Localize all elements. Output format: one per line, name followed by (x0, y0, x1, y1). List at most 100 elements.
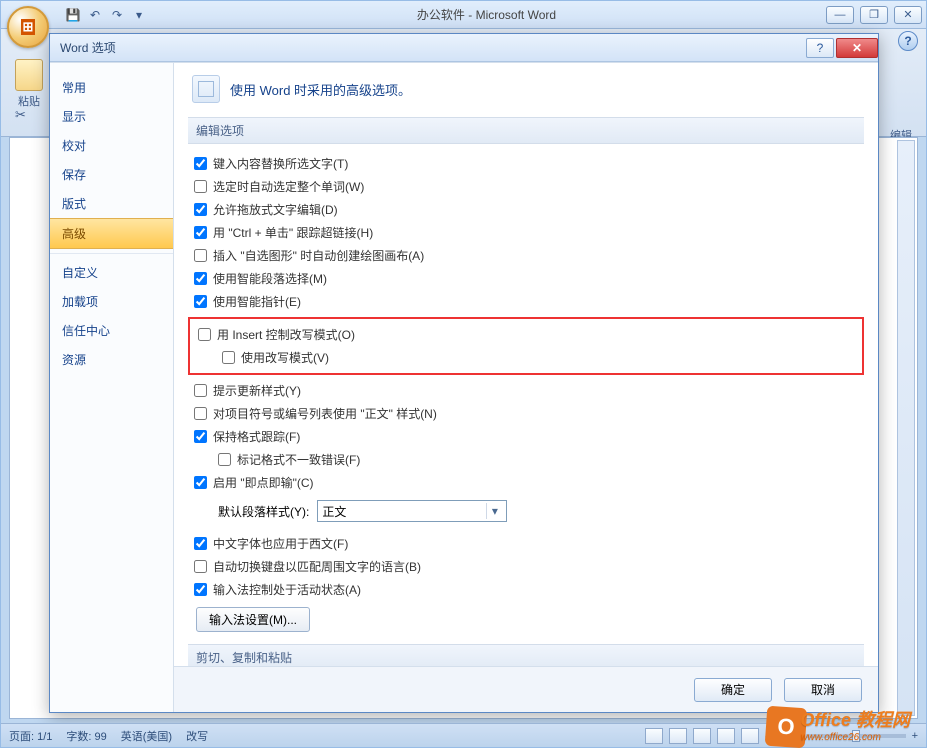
content-heading: 使用 Word 时采用的高级选项。 (230, 80, 411, 99)
status-words[interactable]: 字数: 99 (66, 728, 106, 744)
dialog-help-button[interactable]: ? (806, 38, 834, 58)
view-draft-icon[interactable] (741, 728, 759, 744)
opt-label: 中文字体也应用于西文(F) (213, 535, 348, 552)
opt-typing-replaces[interactable]: 键入内容替换所选文字(T) (188, 152, 864, 175)
chk-prompt-style[interactable] (194, 384, 207, 397)
watermark-brand: Office 教程网 (800, 710, 910, 730)
opt-label: 提示更新样式(Y) (213, 382, 301, 399)
opt-label: 输入法控制处于活动状态(A) (213, 581, 361, 598)
paste-icon[interactable] (15, 59, 43, 91)
cancel-button[interactable]: 取消 (784, 678, 862, 702)
dialog-content: 使用 Word 时采用的高级选项。 编辑选项 键入内容替换所选文字(T) 选定时… (174, 63, 878, 712)
view-web-icon[interactable] (693, 728, 711, 744)
opt-select-word[interactable]: 选定时自动选定整个单词(W) (188, 175, 864, 198)
nav-save[interactable]: 保存 (50, 160, 173, 189)
opt-normal-style-lists[interactable]: 对项目符号或编号列表使用 "正文" 样式(N) (188, 402, 864, 425)
dialog-body: 常用 显示 校对 保存 版式 高级 自定义 加载项 信任中心 资源 使用 Wor… (50, 62, 878, 712)
chk-track-formatting[interactable] (194, 430, 207, 443)
clipboard-icon[interactable]: ✂ (15, 107, 26, 123)
watermark-url: www.office26.com (800, 732, 910, 743)
chevron-down-icon: ▾ (486, 503, 502, 519)
save-icon[interactable]: 💾 (65, 7, 81, 23)
opt-track-formatting[interactable]: 保持格式跟踪(F) (188, 425, 864, 448)
nav-general[interactable]: 常用 (50, 73, 173, 102)
opt-use-overtype[interactable]: 使用改写模式(V) (192, 346, 860, 369)
ribbon-help-icon[interactable]: ? (898, 31, 918, 51)
quick-access-toolbar: 💾 ↶ ↷ ▾ (65, 7, 147, 23)
nav-addins[interactable]: 加载项 (50, 287, 173, 316)
office-button[interactable]: ⊞ (7, 6, 49, 48)
dialog-nav: 常用 显示 校对 保存 版式 高级 自定义 加载项 信任中心 资源 (50, 63, 174, 712)
undo-icon[interactable]: ↶ (87, 7, 103, 23)
chk-typing-replaces[interactable] (194, 157, 207, 170)
ok-button[interactable]: 确定 (694, 678, 772, 702)
opt-label: 使用智能段落选择(M) (213, 270, 327, 287)
nav-advanced[interactable]: 高级 (50, 218, 173, 249)
opt-insert-overtype[interactable]: 用 Insert 控制改写模式(O) (192, 323, 860, 346)
chk-use-overtype[interactable] (222, 351, 235, 364)
qat-dropdown-icon[interactable]: ▾ (131, 7, 147, 23)
nav-trust-center[interactable]: 信任中心 (50, 316, 173, 345)
window-title: 办公软件 - Microsoft Word (147, 6, 826, 23)
chk-select-word[interactable] (194, 180, 207, 193)
opt-smart-cursor[interactable]: 使用智能指针(E) (188, 290, 864, 313)
paste-group: 粘贴 (15, 59, 43, 109)
chk-smart-paragraph[interactable] (194, 272, 207, 285)
status-mode[interactable]: 改写 (186, 728, 208, 744)
chk-cn-font-latin[interactable] (194, 537, 207, 550)
opt-drag-drop[interactable]: 允许拖放式文字编辑(D) (188, 198, 864, 221)
chk-ime-active[interactable] (194, 583, 207, 596)
chk-ctrl-click[interactable] (194, 226, 207, 239)
nav-layout[interactable]: 版式 (50, 189, 173, 218)
chk-normal-style-lists[interactable] (194, 407, 207, 420)
zoom-in-icon[interactable]: + (912, 730, 918, 742)
opt-label: 用 Insert 控制改写模式(O) (217, 326, 355, 343)
maximize-button[interactable]: ❐ (860, 6, 888, 24)
ime-settings-button[interactable]: 输入法设置(M)... (196, 607, 310, 632)
window-close-button[interactable]: ✕ (894, 6, 922, 24)
view-print-icon[interactable] (645, 728, 663, 744)
opt-auto-keyboard[interactable]: 自动切换键盘以匹配周围文字的语言(B) (188, 555, 864, 578)
opt-mark-inconsistent[interactable]: 标记格式不一致错误(F) (188, 448, 864, 471)
options-scroll[interactable]: 编辑选项 键入内容替换所选文字(T) 选定时自动选定整个单词(W) 允许拖放式文… (174, 117, 878, 666)
nav-display[interactable]: 显示 (50, 102, 173, 131)
red-highlight-box: 用 Insert 控制改写模式(O) 使用改写模式(V) (188, 317, 864, 375)
chk-mark-inconsistent[interactable] (218, 453, 231, 466)
view-read-icon[interactable] (669, 728, 687, 744)
chk-smart-cursor[interactable] (194, 295, 207, 308)
opt-cn-font-latin[interactable]: 中文字体也应用于西文(F) (188, 532, 864, 555)
chk-auto-keyboard[interactable] (194, 560, 207, 573)
opt-label: 启用 "即点即输"(C) (213, 474, 314, 491)
opt-click-and-type[interactable]: 启用 "即点即输"(C) (188, 471, 864, 494)
redo-icon[interactable]: ↷ (109, 7, 125, 23)
chk-drag-drop[interactable] (194, 203, 207, 216)
dialog-close-button[interactable]: ✕ (836, 38, 878, 58)
minimize-button[interactable]: — (826, 6, 854, 24)
nav-proofing[interactable]: 校对 (50, 131, 173, 160)
para-style-select[interactable]: 正文 ▾ (317, 500, 507, 522)
opt-ctrl-click[interactable]: 用 "Ctrl + 单击" 跟踪超链接(H) (188, 221, 864, 244)
para-style-label: 默认段落样式(Y): (218, 503, 309, 520)
opt-label: 标记格式不一致错误(F) (237, 451, 360, 468)
nav-customize[interactable]: 自定义 (50, 253, 173, 287)
opt-prompt-style[interactable]: 提示更新样式(Y) (188, 379, 864, 402)
chk-auto-canvas[interactable] (194, 249, 207, 262)
opt-label: 用 "Ctrl + 单击" 跟踪超链接(H) (213, 224, 373, 241)
chk-insert-overtype[interactable] (198, 328, 211, 341)
dialog-title: Word 选项 (60, 39, 806, 56)
opt-label: 对项目符号或编号列表使用 "正文" 样式(N) (213, 405, 437, 422)
opt-ime-active[interactable]: 输入法控制处于活动状态(A) (188, 578, 864, 601)
status-page[interactable]: 页面: 1/1 (9, 728, 52, 744)
opt-auto-canvas[interactable]: 插入 "自选图形" 时自动创建绘图画布(A) (188, 244, 864, 267)
opt-label: 使用智能指针(E) (213, 293, 301, 310)
opt-label: 保持格式跟踪(F) (213, 428, 300, 445)
titlebar: ⊞ 💾 ↶ ↷ ▾ 办公软件 - Microsoft Word — ❐ ✕ (1, 1, 926, 29)
nav-resources[interactable]: 资源 (50, 345, 173, 374)
chk-click-and-type[interactable] (194, 476, 207, 489)
default-paragraph-style-row: 默认段落样式(Y): 正文 ▾ (188, 494, 864, 532)
view-outline-icon[interactable] (717, 728, 735, 744)
opt-smart-paragraph[interactable]: 使用智能段落选择(M) (188, 267, 864, 290)
dialog-titlebar: Word 选项 ? ✕ (50, 34, 878, 62)
status-language[interactable]: 英语(美国) (121, 728, 172, 744)
word-window: ⊞ 💾 ↶ ↷ ▾ 办公软件 - Microsoft Word — ❐ ✕ 粘贴… (0, 0, 927, 748)
